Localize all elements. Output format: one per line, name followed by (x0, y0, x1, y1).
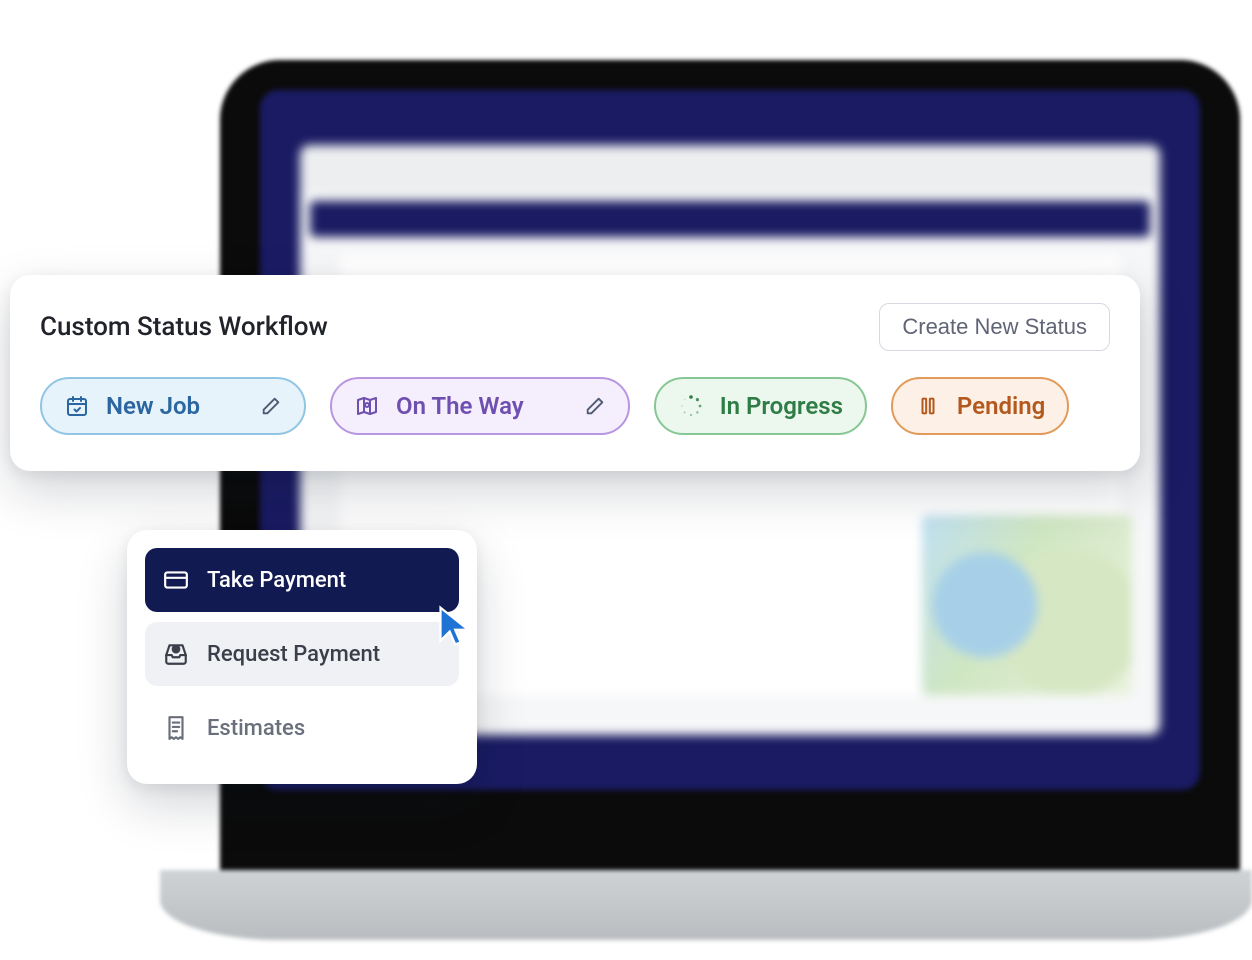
menu-item-label: Take Payment (207, 568, 346, 593)
payment-action-menu: Take Payment Request Payment Estimates (127, 530, 477, 784)
status-workflow-title: Custom Status Workflow (40, 312, 328, 342)
pencil-icon[interactable] (584, 395, 606, 417)
status-chip-row: New Job On The Way (40, 377, 1110, 435)
status-chip-pending[interactable]: Pending (891, 377, 1069, 435)
spinner-icon (678, 394, 704, 418)
map-thumbnail (922, 515, 1132, 695)
status-chip-label: Pending (957, 392, 1045, 420)
status-chip-label: New Job (106, 392, 200, 420)
status-chip-label: In Progress (720, 392, 843, 420)
laptop-base (160, 870, 1252, 940)
inbox-dollar-icon (163, 641, 189, 667)
menu-item-estimates[interactable]: Estimates (145, 696, 459, 760)
create-new-status-button[interactable]: Create New Status (879, 303, 1110, 351)
menu-item-label: Estimates (207, 716, 305, 741)
menu-item-label: Request Payment (207, 642, 380, 667)
menu-item-request-payment[interactable]: Request Payment (145, 622, 459, 686)
menu-item-take-payment[interactable]: Take Payment (145, 548, 459, 612)
status-workflow-card: Custom Status Workflow Create New Status… (10, 275, 1140, 471)
pause-icon (915, 395, 941, 417)
status-chip-label: On The Way (396, 392, 524, 420)
pencil-icon[interactable] (260, 395, 282, 417)
calendar-check-icon (64, 394, 90, 418)
status-chip-on-the-way[interactable]: On The Way (330, 377, 630, 435)
map-pin-icon (354, 394, 380, 418)
status-chip-in-progress[interactable]: In Progress (654, 377, 867, 435)
receipt-icon (163, 715, 189, 741)
status-chip-new-job[interactable]: New Job (40, 377, 306, 435)
credit-card-icon (163, 567, 189, 593)
